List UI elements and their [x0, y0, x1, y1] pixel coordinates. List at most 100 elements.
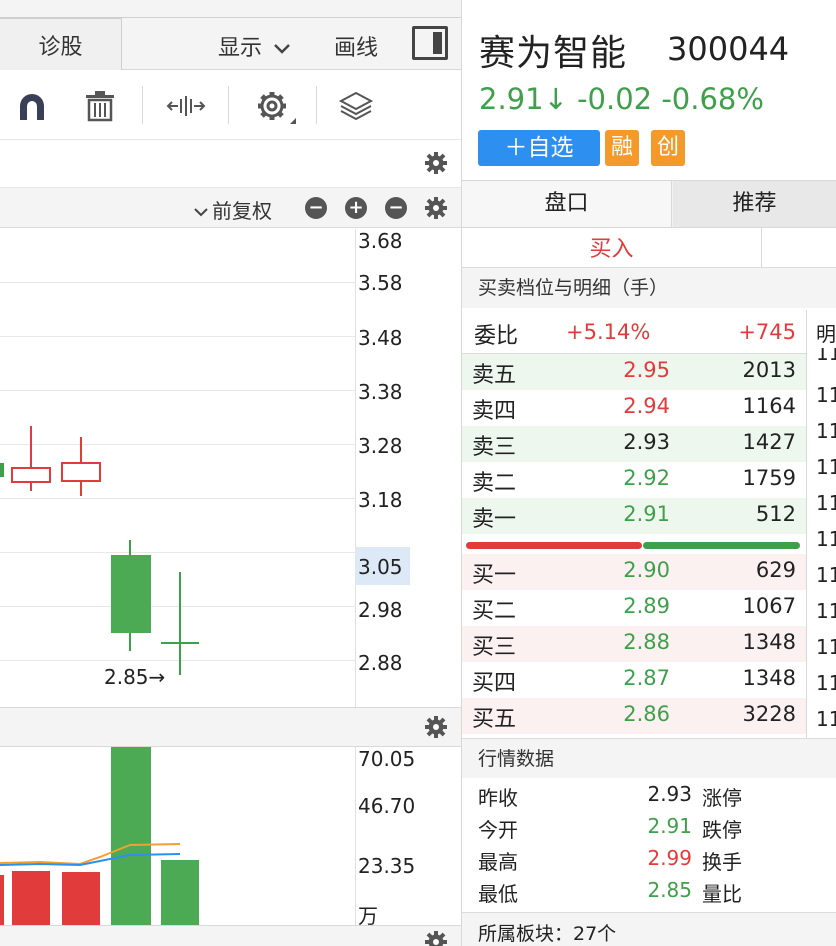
tick-time: 11	[816, 455, 836, 479]
volume-bar	[0, 875, 4, 925]
volume-axis-label: 46.70	[358, 794, 416, 818]
plus-icon[interactable]: +	[345, 197, 367, 219]
stock-code: 300044	[667, 30, 790, 68]
buy-level-row[interactable]: 买二 2.89 1067	[462, 590, 806, 626]
sell-level-row[interactable]: 卖一 2.91 512	[462, 498, 806, 534]
horizontal-resize-icon[interactable]	[166, 94, 206, 118]
tab-recommend[interactable]: 推荐	[673, 181, 836, 227]
trade-tabs: 买入	[462, 228, 836, 268]
minus-icon[interactable]: −	[305, 197, 327, 219]
volume-bar	[12, 871, 50, 925]
gear-icon[interactable]	[424, 930, 448, 946]
level-volume: 1759	[742, 466, 796, 490]
candle-body	[61, 462, 101, 482]
toolbar-divider	[142, 86, 143, 124]
level-label: 买二	[472, 599, 517, 624]
order-ratio-row: 委比 +5.14% +745	[462, 310, 806, 354]
adjust-mode-select[interactable]: 前复权	[194, 195, 272, 224]
tick-time: 11	[816, 671, 836, 695]
sell-level-row[interactable]: 卖五 2.95 2013	[462, 354, 806, 390]
sell-level-row[interactable]: 卖二 2.92 1759	[462, 462, 806, 498]
gear-icon[interactable]	[424, 196, 448, 220]
volume-axis-label: 23.35	[358, 854, 416, 878]
level-label: 买五	[472, 707, 517, 732]
level-volume: 512	[755, 502, 796, 526]
magnet-icon[interactable]	[16, 92, 48, 122]
price-quote: 2.91↓ -0.02 -0.68%	[479, 82, 764, 116]
candle-body	[111, 555, 151, 633]
chevron-down-icon	[274, 44, 290, 54]
level-price: 2.92	[623, 466, 670, 490]
sell-level-row[interactable]: 卖三 2.93 1427	[462, 426, 806, 462]
stat-value: 2.91	[647, 814, 692, 838]
add-watchlist-button[interactable]: ＋自选	[478, 130, 600, 166]
sell-level-row[interactable]: 卖四 2.94 1164	[462, 390, 806, 426]
level-price: 2.87	[623, 666, 670, 690]
tick-column-header: 明	[816, 322, 836, 346]
chinext-badge[interactable]: 创	[651, 130, 685, 166]
draw-line-button[interactable]: 画线	[334, 30, 378, 62]
gear-icon[interactable]	[424, 151, 448, 175]
buy-level-row[interactable]: 买五 2.86 3228	[462, 698, 806, 734]
level-volume: 3228	[742, 702, 796, 726]
gear-icon[interactable]	[424, 715, 448, 739]
market-data-title: 行情数据	[462, 738, 836, 778]
level-label: 买四	[472, 671, 517, 696]
bid-strength-bar	[466, 542, 642, 549]
level-label: 卖三	[472, 435, 517, 460]
level-volume: 1427	[742, 430, 796, 454]
stat-label: 昨收	[478, 786, 518, 810]
stat-value: 2.85	[647, 878, 692, 902]
candle-body	[11, 467, 51, 483]
buy-level-row[interactable]: 买三 2.88 1348	[462, 626, 806, 662]
price-axis-label: 3.58	[358, 271, 403, 295]
info-tabs: 盘口 推荐	[462, 180, 836, 228]
stat-label: 今开	[478, 818, 518, 842]
settings-gear-icon[interactable]	[256, 90, 300, 126]
order-ratio-diff: +745	[738, 320, 796, 344]
level-volume: 1348	[742, 630, 796, 654]
volume-bar	[161, 860, 199, 925]
price-axis-label: 3.68	[358, 229, 403, 253]
buy-level-row[interactable]: 买四 2.87 1348	[462, 662, 806, 698]
bottom-indicator-bar	[0, 925, 461, 946]
stat-label: 最低	[478, 882, 518, 906]
toolbar-divider	[228, 86, 229, 124]
quote-panel: 赛为智能 300044 2.91↓ -0.02 -0.68% ＋自选 融 创 盘…	[462, 0, 836, 946]
layers-icon[interactable]	[338, 90, 374, 122]
tick-time: 11	[816, 419, 836, 443]
tab-diagnose[interactable]: 诊股	[0, 18, 122, 70]
price-axis-label: 2.98	[358, 598, 403, 622]
price-axis-label-current: 3.05	[358, 555, 403, 579]
layout-toggle-icon[interactable]	[412, 26, 448, 60]
low-price-marker: 2.85→	[104, 665, 166, 689]
sector-row[interactable]: 所属板块：27个	[462, 912, 836, 946]
margin-badge[interactable]: 融	[605, 130, 639, 166]
tick-time: 11	[816, 707, 836, 731]
display-menu[interactable]: 显示	[218, 30, 291, 62]
chart-panel: 诊股 显示 画线 前复权 − + − 3.68 3.58 3.48 3.38 3…	[0, 0, 462, 946]
stat-label: 最高	[478, 850, 518, 874]
trash-icon[interactable]	[84, 90, 116, 122]
buy-level-row[interactable]: 买一 2.90 629	[462, 554, 806, 590]
tick-time: 11	[816, 348, 836, 362]
level-price: 2.91	[623, 502, 670, 526]
level-volume: 629	[755, 558, 796, 582]
tick-time: 11	[816, 527, 836, 551]
minus-icon[interactable]: −	[385, 197, 407, 219]
display-menu-label: 显示	[218, 36, 263, 61]
stat-label: 量比	[702, 882, 742, 906]
stat-value: 2.93	[647, 782, 692, 806]
level-price: 2.95	[623, 358, 670, 382]
buy-tab[interactable]: 买入	[462, 228, 762, 268]
stat-value: 2.99	[647, 846, 692, 870]
tab-order-book[interactable]: 盘口	[462, 181, 672, 227]
tick-time: 11	[816, 635, 836, 659]
volume-chart	[0, 747, 199, 925]
tick-time: 11	[816, 383, 836, 407]
drawing-toolbar	[0, 70, 461, 140]
indicator-header	[0, 707, 461, 747]
tick-time: 11	[816, 563, 836, 587]
level-price: 2.93	[623, 430, 670, 454]
level-volume: 1164	[742, 394, 796, 418]
